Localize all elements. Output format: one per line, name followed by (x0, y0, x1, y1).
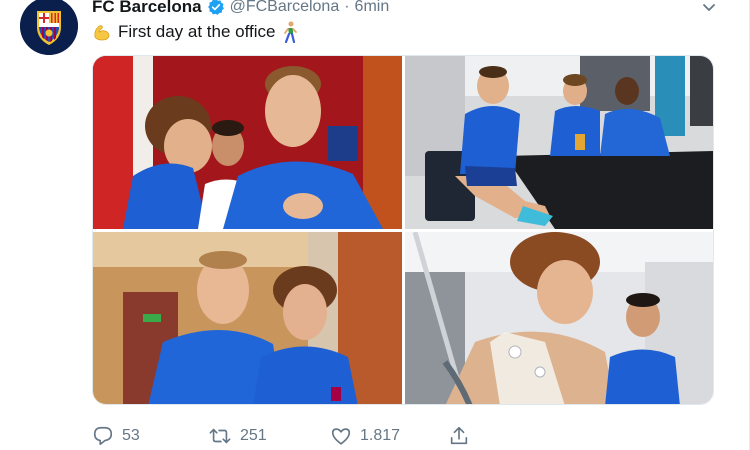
tweet-text: First day at the office (92, 20, 299, 44)
photo-3[interactable] (93, 232, 402, 404)
retweet-button[interactable]: 251 (208, 424, 267, 448)
separator-dot: · (344, 0, 350, 15)
fc-barcelona-crest-icon (20, 0, 78, 55)
avatar[interactable] (20, 0, 78, 55)
tweet-header: FC Barcelona @FCBarcelona · 6min (92, 0, 389, 18)
reply-icon (93, 426, 113, 446)
reply-count: 53 (122, 427, 140, 444)
tweet-body: First day at the office (118, 22, 276, 41)
photo-1[interactable] (93, 56, 402, 229)
action-bar: 53 251 1.817 (92, 424, 492, 448)
retweet-count: 251 (240, 427, 267, 444)
heart-icon (331, 428, 351, 445)
share-icon (450, 426, 468, 445)
like-count: 1.817 (360, 427, 401, 444)
user-handle[interactable]: @FCBarcelona (230, 0, 340, 16)
tweet-card[interactable]: FC Barcelona @FCBarcelona · 6min First d… (0, 0, 750, 450)
reply-button[interactable]: 53 (92, 424, 140, 448)
share-button[interactable] (448, 424, 478, 448)
flexed-biceps-emoji-icon (92, 22, 112, 42)
like-button[interactable]: 1.817 (330, 424, 400, 448)
chevron-down-icon[interactable] (700, 0, 718, 16)
photo-2[interactable] (405, 56, 713, 229)
retweet-icon (209, 428, 231, 444)
display-name[interactable]: FC Barcelona (92, 0, 202, 17)
timestamp[interactable]: 6min (355, 0, 390, 16)
media-grid[interactable] (92, 55, 714, 405)
verified-badge-icon (207, 0, 225, 16)
photo-4[interactable] (405, 232, 713, 404)
person-walking-emoji-icon (281, 21, 299, 43)
